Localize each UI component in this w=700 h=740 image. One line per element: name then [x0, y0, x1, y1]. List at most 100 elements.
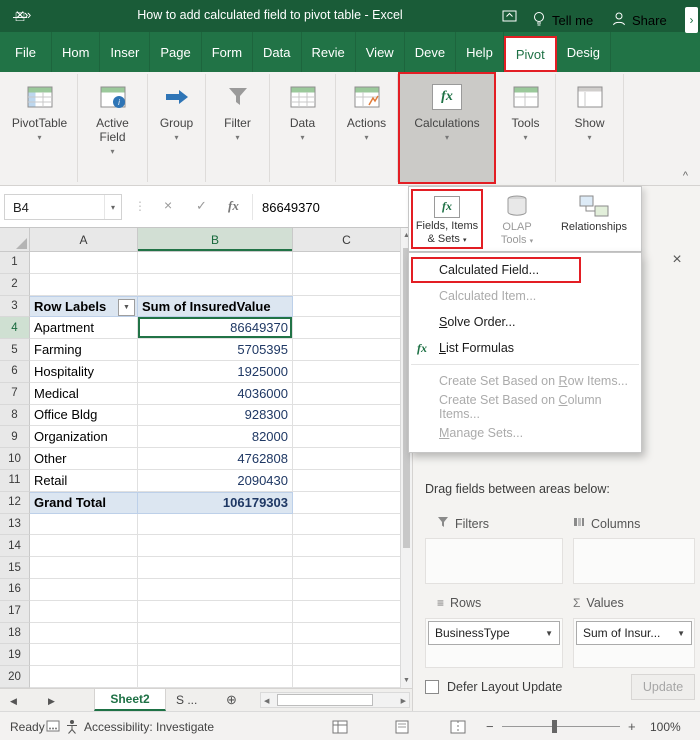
row-labels-filter-icon[interactable]: ▼ — [118, 298, 135, 316]
cell-C19[interactable] — [293, 644, 400, 667]
tab-review[interactable]: Revie — [302, 32, 356, 72]
actions-group-button[interactable]: Actions ▾ — [336, 74, 398, 182]
zoom-slider-thumb[interactable] — [552, 720, 557, 733]
columns-drop-area[interactable] — [573, 538, 695, 584]
cell-C5[interactable] — [293, 339, 400, 361]
menu-item-solve-order[interactable]: Solve Order... — [409, 309, 641, 335]
filters-drop-area[interactable] — [425, 538, 563, 584]
row-header-12[interactable]: 12 — [0, 491, 30, 514]
cell-C14[interactable] — [293, 535, 400, 558]
cell-A2[interactable] — [30, 273, 138, 296]
tab-view[interactable]: View — [356, 32, 405, 72]
cell-A5[interactable]: Farming — [30, 339, 138, 361]
cancel-icon[interactable]: × — [164, 197, 172, 213]
cell-A15[interactable] — [30, 557, 138, 579]
row-header-19[interactable]: 19 — [0, 644, 30, 667]
cell-A18[interactable] — [30, 622, 138, 645]
menu-item-calculated-field[interactable]: Calculated Field... — [409, 257, 641, 283]
cell-C20[interactable] — [293, 666, 400, 688]
row-header-10[interactable]: 10 — [0, 448, 30, 470]
tab-home[interactable]: Hom — [52, 32, 101, 72]
name-box[interactable]: B4 ▾ — [4, 194, 122, 220]
sheet-tab-truncated[interactable]: S ... — [176, 693, 197, 707]
cell-B4[interactable]: 86649370 — [138, 317, 293, 340]
tell-me-button[interactable]: Tell me — [532, 0, 593, 40]
cell-B6[interactable]: 1925000 — [138, 360, 293, 383]
calculations-group-button[interactable]: fx Calculations ▾ — [398, 72, 496, 184]
data-group-button[interactable]: Data ▾ — [270, 74, 336, 182]
cell-B5[interactable]: 5705395 — [138, 339, 293, 361]
row-header-11[interactable]: 11 — [0, 469, 30, 492]
macro-record-icon[interactable] — [46, 720, 60, 735]
cell-A12[interactable]: Grand Total — [30, 491, 138, 514]
relationships-button[interactable]: Relationships — [549, 189, 639, 249]
rows-drop-area[interactable]: BusinessType ▼ — [425, 618, 563, 668]
insert-function-icon[interactable]: fx — [228, 198, 239, 214]
formula-bar-value[interactable]: 86649370 — [262, 200, 320, 215]
cell-B13[interactable] — [138, 513, 293, 536]
cell-B8[interactable]: 928300 — [138, 404, 293, 427]
cell-A3[interactable]: Row Labels ▼ — [30, 295, 138, 318]
name-box-dropdown-icon[interactable]: ▾ — [103, 195, 121, 219]
horizontal-scrollbar-thumb[interactable] — [277, 694, 373, 706]
cell-B11[interactable]: 2090430 — [138, 469, 293, 492]
row-header-16[interactable]: 16 — [0, 578, 30, 601]
scroll-right-icon[interactable]: ▶ — [401, 697, 406, 705]
column-header-a[interactable]: A — [30, 228, 138, 251]
scroll-left-icon[interactable]: ◀ — [264, 697, 269, 705]
cell-C15[interactable] — [293, 557, 400, 579]
row-header-8[interactable]: 8 — [0, 404, 30, 427]
normal-view-icon[interactable] — [332, 720, 348, 737]
cell-A9[interactable]: Organization — [30, 426, 138, 449]
cell-A14[interactable] — [30, 535, 138, 558]
cell-C12[interactable] — [293, 491, 400, 514]
row-header-20[interactable]: 20 — [0, 666, 30, 688]
tab-page-layout[interactable]: Page — [150, 32, 202, 72]
cell-A6[interactable]: Hospitality — [30, 360, 138, 383]
tab-data[interactable]: Data — [253, 32, 302, 72]
tools-group-button[interactable]: Tools ▾ — [496, 74, 556, 182]
select-all-corner[interactable] — [0, 228, 30, 251]
row-header-3[interactable]: 3 — [0, 295, 30, 318]
update-button[interactable]: Update — [631, 674, 695, 700]
cell-B3[interactable]: Sum of InsuredValue — [138, 295, 293, 318]
cell-B15[interactable] — [138, 557, 293, 579]
tab-help[interactable]: Help — [456, 32, 504, 72]
cell-C13[interactable] — [293, 513, 400, 536]
cell-A19[interactable] — [30, 644, 138, 667]
rows-field-chip[interactable]: BusinessType ▼ — [428, 621, 560, 645]
defer-layout-checkbox[interactable] — [425, 680, 439, 694]
cell-A10[interactable]: Other — [30, 448, 138, 470]
cell-A7[interactable]: Medical — [30, 382, 138, 405]
cell-B10[interactable]: 4762808 — [138, 448, 293, 470]
cell-A8[interactable]: Office Bldg — [30, 404, 138, 427]
close-button[interactable]: × — [0, 0, 40, 32]
zoom-out-icon[interactable]: − — [486, 719, 494, 734]
pane-close-icon[interactable]: × — [665, 248, 689, 272]
cell-A16[interactable] — [30, 578, 138, 601]
cell-C8[interactable] — [293, 404, 400, 427]
page-break-view-icon[interactable] — [450, 720, 466, 737]
scroll-down-icon[interactable]: ▼ — [401, 677, 412, 684]
cell-C17[interactable] — [293, 600, 400, 623]
zoom-level-label[interactable]: 100% — [650, 720, 681, 734]
cell-A1[interactable] — [30, 252, 138, 274]
cell-B12[interactable]: 106179303 — [138, 491, 293, 514]
cell-A17[interactable] — [30, 600, 138, 623]
cell-A4[interactable]: Apartment — [30, 317, 138, 340]
tab-file[interactable]: File — [0, 32, 52, 72]
tab-insert[interactable]: Inser — [100, 32, 151, 72]
cell-B14[interactable] — [138, 535, 293, 558]
cell-B9[interactable]: 82000 — [138, 426, 293, 449]
cell-B1[interactable] — [138, 252, 293, 274]
chevron-down-icon[interactable]: ▼ — [545, 629, 553, 638]
sheet-nav-right-icon[interactable]: ▶ — [48, 696, 55, 707]
cell-B7[interactable]: 4036000 — [138, 382, 293, 405]
values-drop-area[interactable]: Sum of Insur... ▼ — [573, 618, 695, 668]
tab-developer[interactable]: Deve — [405, 32, 457, 72]
enter-icon[interactable]: ✓ — [196, 198, 207, 214]
ribbon-display-options-icon[interactable] — [502, 8, 517, 28]
row-header-6[interactable]: 6 — [0, 360, 30, 383]
cell-A13[interactable] — [30, 513, 138, 536]
row-header-15[interactable]: 15 — [0, 557, 30, 579]
